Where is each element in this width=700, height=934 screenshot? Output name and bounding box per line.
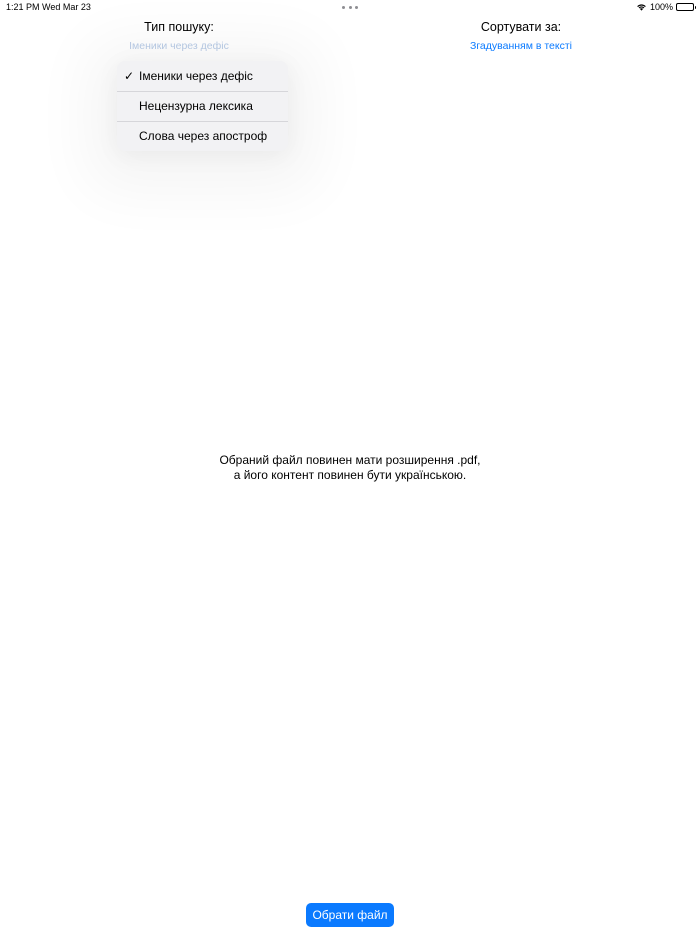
multitasking-dots-icon[interactable] [342, 6, 358, 10]
search-type-menu: ✓ Іменики через дефіс Нецензурна лексика… [117, 61, 288, 151]
wifi-icon [636, 3, 647, 11]
sort-picker[interactable]: Згадуванням в тексті [440, 40, 602, 52]
search-type-picker[interactable]: Іменики через дефіс [100, 40, 258, 52]
battery-icon [676, 3, 696, 11]
menu-item-hyphenated-nouns[interactable]: ✓ Іменики через дефіс [117, 61, 288, 91]
status-date: Wed Mar 23 [42, 2, 91, 12]
menu-item-apostrophe-words[interactable]: Слова через апостроф [117, 121, 288, 151]
menu-item-label: Іменики через дефіс [139, 69, 253, 83]
sort-label: Сортувати за: [480, 20, 562, 34]
menu-item-label: Нецензурна лексика [139, 99, 253, 113]
choose-file-button[interactable]: Обрати файл [306, 903, 394, 927]
file-requirements-line-2: а його контент повинен бути українською. [233, 468, 467, 482]
file-requirements-text: Обраний файл повинен мати розширення .pd… [100, 453, 600, 483]
search-type-label: Тип пошуку: [144, 20, 214, 34]
status-time: 1:21 PM [6, 2, 40, 12]
status-bar: 1:21 PM Wed Mar 23 100% [0, 0, 700, 14]
menu-item-profanity[interactable]: Нецензурна лексика [117, 91, 288, 121]
file-requirements-line-1: Обраний файл повинен мати розширення .pd… [219, 453, 481, 467]
status-indicators: 100% [636, 2, 696, 12]
menu-item-label: Слова через апостроф [139, 129, 268, 143]
battery-percent: 100% [649, 2, 673, 12]
app-screen: 1:21 PM Wed Mar 23 100% Тип пошуку: Імен… [0, 0, 700, 934]
checkmark-icon: ✓ [124, 69, 135, 83]
